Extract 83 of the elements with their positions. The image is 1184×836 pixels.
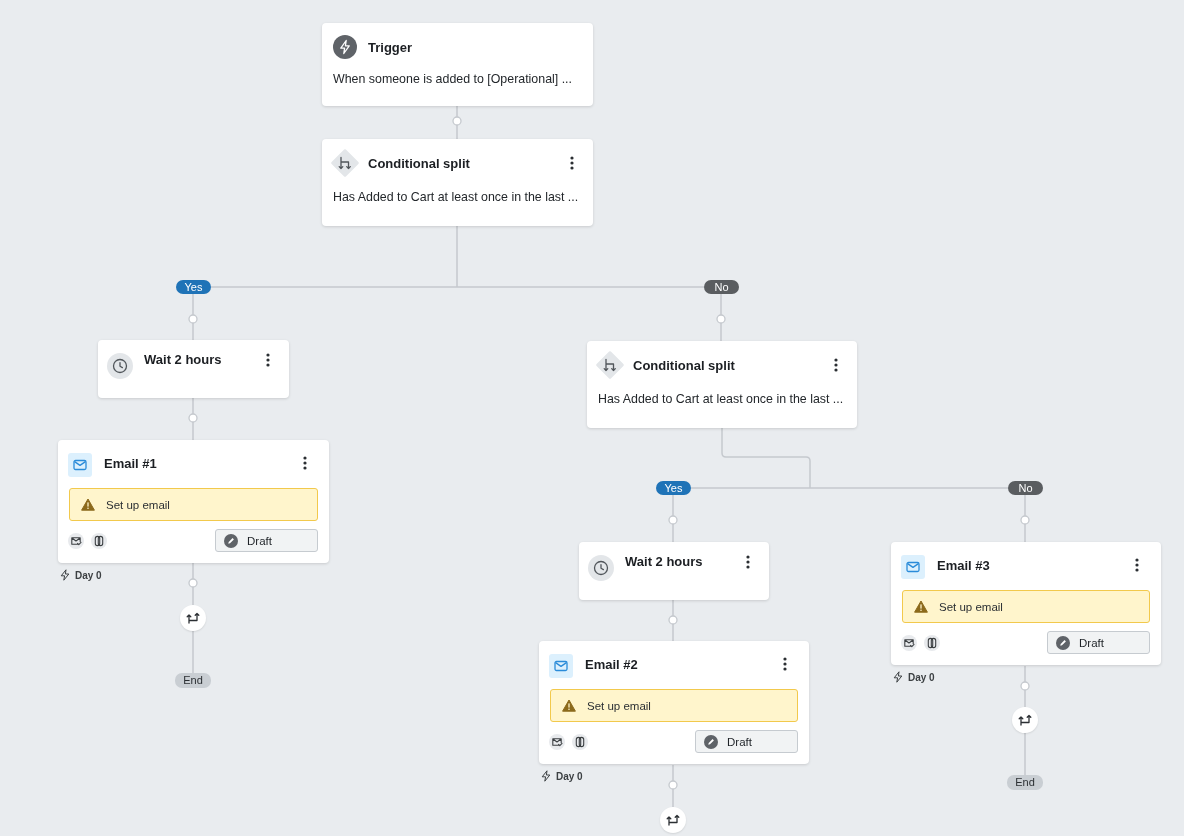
bolt-icon (893, 671, 903, 683)
clock-icon (588, 555, 614, 581)
node-description: When someone is added to [Operational] ... (333, 71, 573, 88)
branch-button[interactable] (1012, 707, 1038, 733)
branch-arrows-icon (185, 610, 201, 626)
draft-button[interactable]: Draft (215, 529, 318, 552)
envelope-check-icon[interactable] (68, 532, 84, 549)
warning-banner[interactable]: Set up email (902, 590, 1150, 623)
warning-text: Set up email (106, 498, 170, 511)
warning-text: Set up email (939, 600, 1003, 613)
warning-triangle-icon (914, 600, 928, 613)
warning-triangle-icon (81, 498, 95, 511)
more-options-icon[interactable] (266, 353, 270, 367)
envelope-icon (901, 555, 925, 579)
pencil-circle-icon (224, 533, 238, 548)
node-title: Email #3 (937, 558, 990, 573)
branch-button[interactable] (180, 605, 206, 631)
branch-arrows-icon (1017, 712, 1033, 728)
link-icon[interactable] (572, 733, 588, 750)
branch-button[interactable] (660, 807, 686, 833)
link-icon[interactable] (924, 634, 940, 651)
more-options-icon[interactable] (834, 358, 838, 372)
more-options-icon[interactable] (570, 156, 574, 170)
connector-dot-icon[interactable] (188, 578, 198, 588)
pencil-circle-icon (1056, 635, 1070, 650)
warning-triangle-icon (562, 699, 576, 712)
connector-dot-icon[interactable] (452, 116, 462, 126)
warning-banner[interactable]: Set up email (69, 488, 318, 521)
envelope-icon (68, 453, 92, 477)
link-icon[interactable] (91, 532, 107, 549)
pencil-circle-icon (704, 734, 718, 749)
envelope-check-icon[interactable] (549, 733, 565, 750)
trigger-card[interactable]: Trigger When someone is added to [Operational] ... (322, 23, 593, 106)
day-label: Day 0 (556, 770, 583, 782)
end-label: End (1007, 775, 1043, 790)
more-options-icon[interactable] (783, 657, 787, 671)
warning-banner[interactable]: Set up email (550, 689, 798, 722)
wait-card[interactable]: Wait 2 hours (579, 542, 769, 600)
connector-dot-icon[interactable] (716, 314, 726, 324)
node-description: Has Added to Cart at least once in the last ... (598, 391, 845, 408)
bolt-icon (60, 569, 70, 581)
wait-card[interactable]: Wait 2 hours (98, 340, 289, 398)
connector-dot-icon[interactable] (668, 615, 678, 625)
node-title: Email #2 (585, 657, 638, 672)
branch-label: Yes (656, 481, 691, 495)
day-label: Day 0 (908, 671, 935, 683)
bolt-icon (333, 35, 357, 59)
warning-text: Set up email (587, 699, 651, 712)
email-card[interactable]: Email #3 Set up email Draft (891, 542, 1161, 665)
split-arrows-icon (596, 351, 624, 379)
connector-dot-icon[interactable] (668, 780, 678, 790)
branch-label: Yes (176, 280, 211, 294)
connector-dot-icon[interactable] (668, 515, 678, 525)
conditional-split-card[interactable]: Conditional split Has Added to Cart at least once in the last ... (587, 341, 857, 428)
node-title: Wait 2 hours (625, 553, 703, 571)
node-title: Email #1 (104, 456, 157, 471)
more-options-icon[interactable] (1135, 558, 1139, 572)
node-title: Conditional split (633, 357, 735, 373)
split-arrows-icon (331, 149, 359, 177)
conditional-split-card[interactable]: Conditional split Has Added to Cart at least once in the last ... (322, 139, 593, 226)
branch-label: No (704, 280, 739, 294)
branch-arrows-icon (665, 812, 681, 828)
day-label: Day 0 (75, 569, 102, 581)
more-options-icon[interactable] (303, 456, 307, 470)
envelope-icon (549, 654, 573, 678)
connector-dot-icon[interactable] (188, 314, 198, 324)
email-card[interactable]: Email #1 Set up email Draft (58, 440, 329, 563)
email-card[interactable]: Email #2 Set up email Draft (539, 641, 809, 764)
branch-label: No (1008, 481, 1043, 495)
node-title: Conditional split (368, 155, 470, 171)
bolt-icon (541, 770, 551, 782)
draft-button[interactable]: Draft (1047, 631, 1150, 654)
envelope-check-icon[interactable] (901, 634, 917, 651)
node-title: Wait 2 hours (144, 351, 222, 369)
connector-dot-icon[interactable] (1020, 515, 1030, 525)
more-options-icon[interactable] (746, 555, 750, 569)
clock-icon (107, 353, 133, 379)
connector-dot-icon[interactable] (188, 413, 198, 423)
connector-dot-icon[interactable] (1020, 681, 1030, 691)
end-label: End (175, 673, 211, 688)
node-description: Has Added to Cart at least once in the last ... (333, 189, 580, 206)
draft-button[interactable]: Draft (695, 730, 798, 753)
node-title: Trigger (368, 39, 413, 55)
